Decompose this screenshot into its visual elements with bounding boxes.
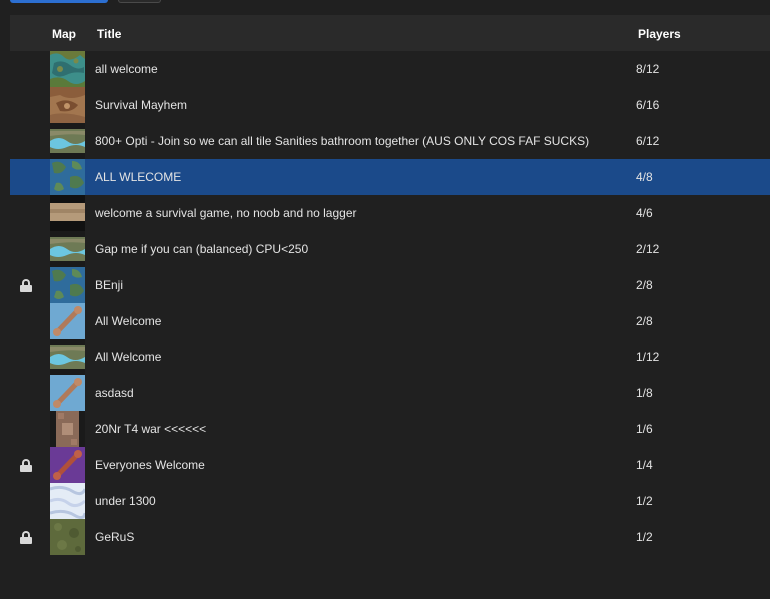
map-thumbnail-bridge-icon xyxy=(50,303,85,339)
player-count: 6/16 xyxy=(636,98,660,112)
table-row[interactable]: 20Nr T4 war <<<<<< 1/6 xyxy=(10,411,770,447)
table-row[interactable]: all welcome 8/12 xyxy=(10,51,770,87)
player-count: 1/2 xyxy=(636,494,653,508)
table-row[interactable]: Survival Mayhem 6/16 xyxy=(10,87,770,123)
table-body: all welcome 8/12 Survival Mayhem 6/16 800+… xyxy=(10,51,770,555)
table-header: Map Title Players xyxy=(10,15,770,51)
map-thumbnail-fortress-icon xyxy=(50,411,85,447)
player-count: 1/2 xyxy=(636,530,653,544)
player-count: 6/12 xyxy=(636,134,660,148)
map-thumbnail-islands-icon xyxy=(50,267,85,303)
map-thumbnail-snow-icon xyxy=(50,483,85,519)
map-thumbnail-islands-icon xyxy=(50,159,85,195)
player-count: 8/12 xyxy=(636,62,660,76)
map-thumbnail-bridge-icon xyxy=(50,375,85,411)
map-thumbnail-river-icon xyxy=(50,123,85,159)
column-header-title[interactable]: Title xyxy=(97,27,121,41)
table-row[interactable]: asdasd 1/8 xyxy=(10,375,770,411)
player-count: 1/8 xyxy=(636,386,653,400)
table-row[interactable]: welcome a survival game, no noob and no … xyxy=(10,195,770,231)
column-header-map[interactable]: Map xyxy=(52,27,76,41)
table-row[interactable]: Gap me if you can (balanced) CPU<250 2/12 xyxy=(10,231,770,267)
map-thumbnail-strip-icon xyxy=(50,195,85,231)
player-count: 1/4 xyxy=(636,458,653,472)
player-count: 2/8 xyxy=(636,278,653,292)
column-header-players[interactable]: Players xyxy=(638,27,681,41)
lock-icon xyxy=(20,531,32,544)
table-row[interactable]: BEnji 2/8 xyxy=(10,267,770,303)
map-thumbnail-river-icon xyxy=(50,231,85,267)
game-title: ALL WLECOME xyxy=(95,170,182,184)
map-thumbnail-river-icon xyxy=(50,339,85,375)
table-row[interactable]: All Welcome 1/12 xyxy=(10,339,770,375)
game-title: welcome a survival game, no noob and no … xyxy=(95,206,357,220)
secondary-action-button[interactable] xyxy=(118,0,161,3)
table-row[interactable]: GeRuS 1/2 xyxy=(10,519,770,555)
game-title: Survival Mayhem xyxy=(95,98,188,112)
game-title: 800+ Opti - Join so we can all tile Sani… xyxy=(95,134,590,148)
table-row[interactable]: under 1300 1/2 xyxy=(10,483,770,519)
table-row[interactable]: ALL WLECOME 4/8 xyxy=(10,159,770,195)
player-count: 1/6 xyxy=(636,422,653,436)
player-count: 4/6 xyxy=(636,206,653,220)
game-title: GeRuS xyxy=(95,530,135,544)
table-row[interactable]: All Welcome 2/8 xyxy=(10,303,770,339)
map-thumbnail-canyon-icon xyxy=(50,87,85,123)
game-title: all welcome xyxy=(95,62,158,76)
map-thumbnail-lakes-icon xyxy=(50,51,85,87)
primary-action-button[interactable] xyxy=(10,0,108,3)
map-thumbnail-purple-bridge-icon xyxy=(50,447,85,483)
game-title: All Welcome xyxy=(95,314,162,328)
lock-icon xyxy=(20,279,32,292)
map-thumbnail-grassland-icon xyxy=(50,519,85,555)
game-title: under 1300 xyxy=(95,494,156,508)
player-count: 2/12 xyxy=(636,242,660,256)
player-count: 2/8 xyxy=(636,314,653,328)
game-title: Gap me if you can (balanced) CPU<250 xyxy=(95,242,309,256)
table-row[interactable]: 800+ Opti - Join so we can all tile Sani… xyxy=(10,123,770,159)
game-title: 20Nr T4 war <<<<<< xyxy=(95,422,207,436)
game-title: BEnji xyxy=(95,278,124,292)
game-title: All Welcome xyxy=(95,350,162,364)
lock-icon xyxy=(20,459,32,472)
table-row[interactable]: Everyones Welcome 1/4 xyxy=(10,447,770,483)
player-count: 4/8 xyxy=(636,170,653,184)
game-title: Everyones Welcome xyxy=(95,458,205,472)
game-list-table: Map Title Players all welcome 8/12 Surviv… xyxy=(10,15,770,555)
game-title: asdasd xyxy=(95,386,134,400)
player-count: 1/12 xyxy=(636,350,660,364)
top-toolbar xyxy=(0,0,770,15)
